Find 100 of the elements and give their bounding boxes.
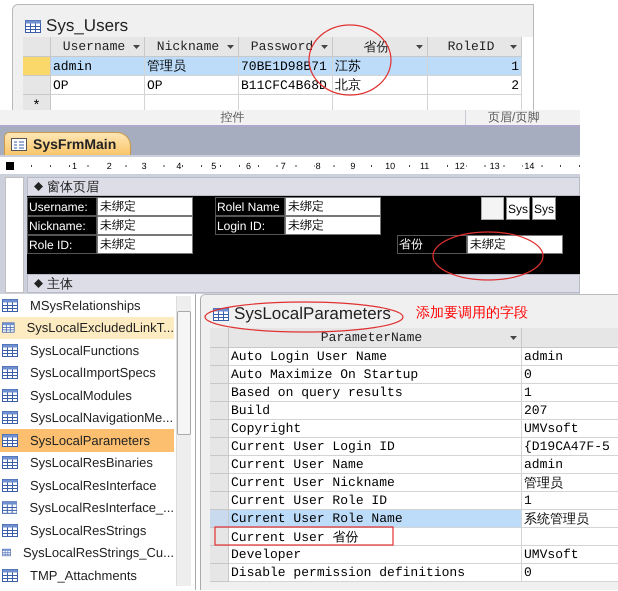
table-cell: Current User Name — [229, 456, 522, 474]
annotation-text: 添加要调用的字段 — [416, 304, 528, 322]
table-cell: Disable permission definitions — [229, 564, 522, 582]
table-cell: UMVsoft — [522, 546, 618, 564]
scrollbar[interactable] — [176, 296, 191, 586]
table-cell: Auto Maximize On Startup — [229, 366, 522, 384]
navigation-item[interactable]: MSysRelationships — [0, 294, 174, 316]
caret-icon[interactable] — [416, 44, 423, 48]
ruler-number: 5 — [210, 160, 218, 170]
ruler-number: 4 — [175, 160, 182, 170]
table-cell: Current User Nickname — [229, 474, 522, 492]
text-box[interactable]: 未绑定 — [97, 235, 193, 254]
ribbon-group-label: 页眉/页脚 — [487, 110, 540, 125]
diamond-icon[interactable] — [34, 279, 43, 288]
field-label[interactable]: Role ID: — [27, 235, 97, 254]
scroll-thumb[interactable] — [177, 311, 191, 435]
table-cell: admin — [51, 57, 145, 76]
navigation-item[interactable]: TMP_Attachments — [0, 564, 174, 586]
column-header[interactable]: RoleID — [428, 37, 522, 57]
navigation-item[interactable]: SysLocalResStrings — [0, 519, 174, 542]
column-header[interactable] — [522, 328, 618, 348]
table-cell: 1 — [428, 57, 522, 76]
column-header[interactable]: Nickname — [145, 37, 239, 57]
caret-icon[interactable] — [321, 44, 328, 48]
label-control[interactable]: Sys — [506, 197, 530, 220]
navigation-item[interactable]: SysLocalResInterface_... — [0, 496, 174, 519]
caret-icon[interactable] — [133, 44, 140, 48]
section-bar[interactable]: 主体 — [27, 274, 580, 293]
ruler-number: 13 — [488, 160, 501, 170]
document-tab[interactable]: SysFrmMain — [4, 132, 132, 155]
column-header[interactable]: ParameterName — [229, 328, 522, 348]
column-header[interactable]: Username — [51, 37, 145, 57]
caret-icon[interactable] — [227, 44, 234, 48]
section-title: 窗体页眉 — [47, 178, 99, 196]
field-label[interactable]: Login ID: — [215, 216, 285, 235]
navigation-item[interactable]: SysLocalParameters — [0, 429, 174, 452]
text-box[interactable]: 未绑定 — [285, 216, 381, 235]
section-title: 主体 — [47, 274, 73, 292]
table-cell: 管理员 — [145, 57, 239, 76]
label-control[interactable]: Sys — [532, 197, 556, 220]
text-box[interactable]: 未绑定 — [97, 197, 193, 216]
table-cell: Developer — [229, 546, 522, 564]
ruler-number: 10 — [384, 160, 396, 170]
select-all-corner[interactable] — [23, 37, 51, 57]
table-cell: 管理员 — [522, 474, 618, 492]
text-box[interactable]: 未绑定 — [97, 216, 193, 235]
table-icon — [2, 434, 18, 447]
table-cell: UMVsoft — [522, 420, 618, 438]
text-box[interactable]: 未绑定 — [285, 197, 381, 216]
ribbon-group-label: 控件 — [0, 110, 466, 125]
field-label[interactable]: Rolel Name — [215, 197, 285, 216]
image-control[interactable] — [481, 197, 504, 220]
table-cell: 2 — [428, 76, 522, 95]
navigation-item[interactable]: SysLocalExcludedLinkT... — [0, 316, 174, 339]
navigation-item[interactable]: SysLocalImportSpecs — [0, 362, 174, 384]
table-icon — [25, 20, 41, 32]
column-header[interactable]: Password — [239, 37, 333, 57]
ruler-number: 11 — [418, 160, 430, 170]
table-title: Sys_Users — [46, 16, 128, 36]
table-cell: Current User Login ID — [229, 438, 522, 456]
table-cell: 1 — [522, 384, 618, 402]
field-label[interactable]: Username: — [27, 197, 97, 216]
table-cell: 1 — [522, 492, 618, 510]
ruler-number: 8 — [314, 160, 322, 170]
select-all-corner[interactable] — [210, 328, 229, 348]
text-box[interactable]: 未绑定 — [467, 235, 563, 254]
table-cell: Copyright — [229, 420, 522, 438]
navigation-item[interactable]: SysLocalFunctions — [0, 339, 174, 362]
ruler-number: 9 — [349, 160, 356, 170]
caret-icon[interactable] — [510, 44, 517, 48]
ruler-number: 3 — [140, 160, 148, 170]
table-cell: Build — [229, 402, 522, 420]
new-row-marker: * — [23, 95, 51, 110]
ruler-number: 6 — [244, 160, 252, 170]
navigation-item[interactable]: SysLocalModules — [0, 384, 174, 406]
section-bar[interactable]: 窗体页眉 — [27, 177, 580, 196]
table-cell: 0 — [522, 366, 618, 384]
table-cell: 207 — [522, 402, 618, 420]
navigation-item[interactable]: SysLocalResStrings_Cu... — [0, 542, 174, 564]
diamond-icon[interactable] — [34, 182, 43, 191]
ruler-corner[interactable] — [6, 162, 14, 170]
table-cell: Current User 省份 — [229, 528, 522, 546]
table-cell: OP — [145, 76, 239, 95]
ruler-number: 14 — [523, 160, 536, 170]
caret-icon[interactable] — [510, 336, 517, 340]
navigation-item[interactable]: SysLocalResBinaries — [0, 452, 174, 474]
row-selector[interactable] — [210, 528, 229, 546]
table-title: SysLocalParameters — [234, 304, 391, 324]
navigation-item[interactable]: SysLocalNavigationMe... — [0, 406, 174, 429]
field-label[interactable]: 省份 — [397, 235, 467, 254]
form-icon — [11, 138, 27, 150]
row-selector[interactable] — [210, 510, 229, 528]
ruler-number: 12 — [454, 160, 466, 170]
navigation-item[interactable]: SysLocalResInterface — [0, 474, 174, 496]
table-cell: 北京 — [333, 76, 428, 95]
ruler-number: 7 — [280, 160, 287, 170]
ruler-number: 1 — [71, 160, 78, 170]
field-label[interactable]: Nickname: — [27, 216, 97, 235]
table-icon — [2, 321, 15, 334]
table-cell: Current User Role Name — [229, 510, 522, 528]
